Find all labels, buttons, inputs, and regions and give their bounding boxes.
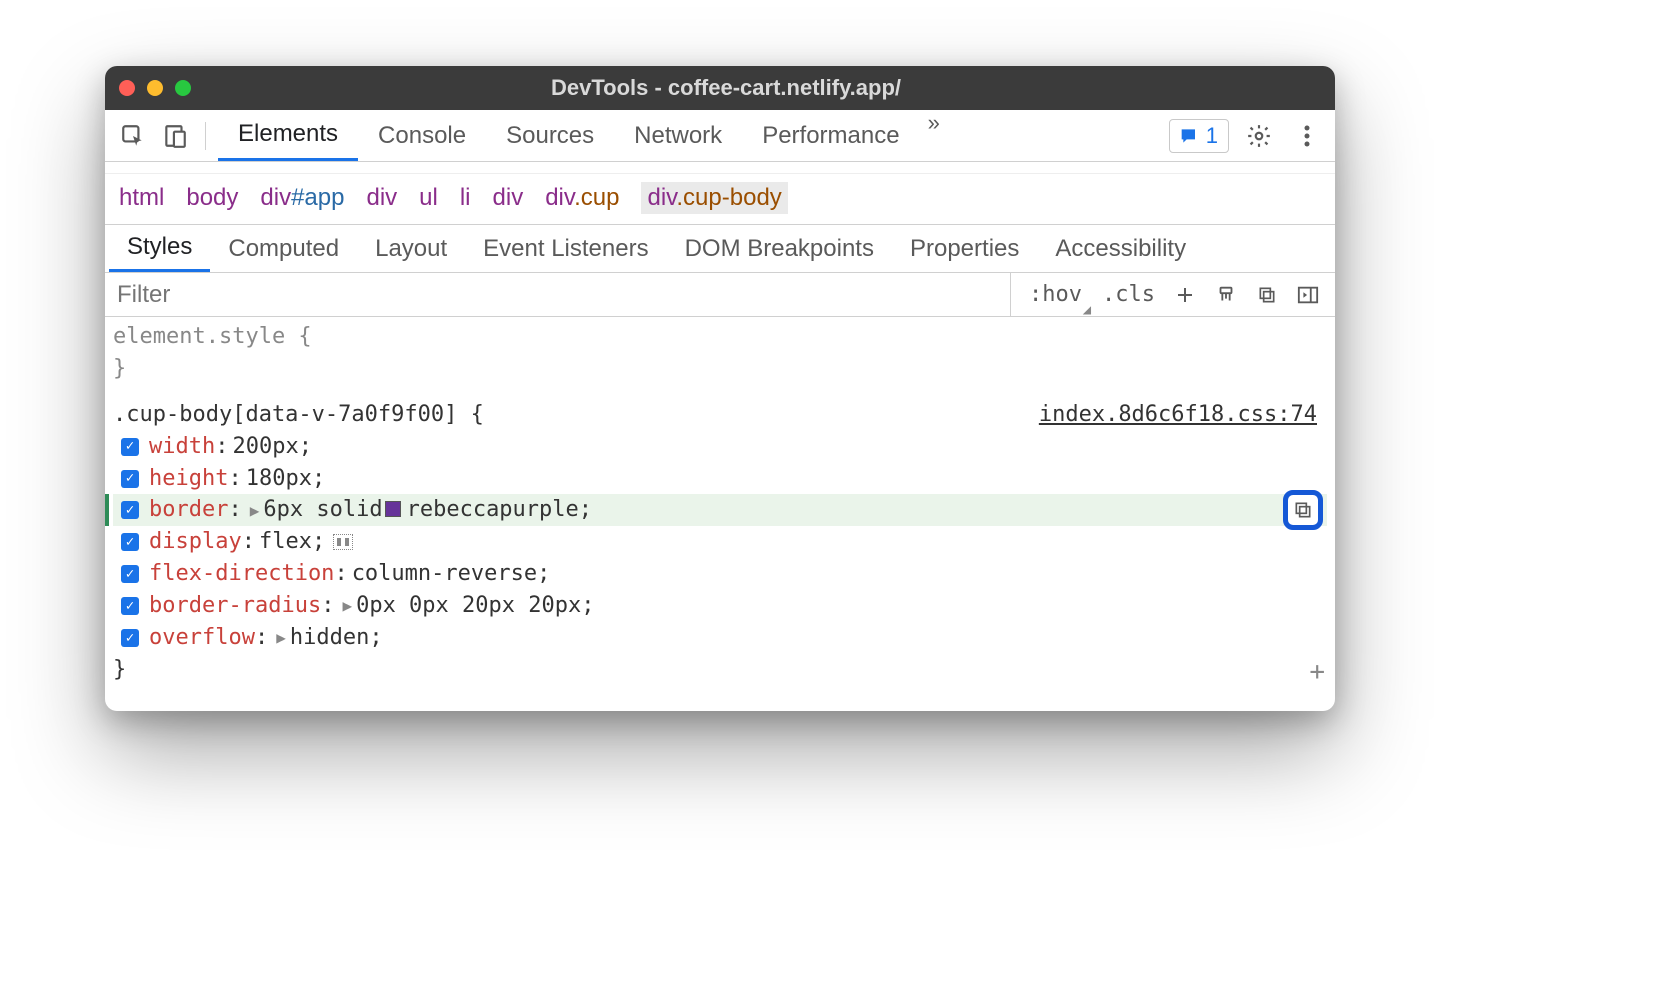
changed-indicator (105, 494, 109, 526)
new-style-rule-button[interactable]: ◢ (1167, 273, 1203, 316)
color-swatch-icon[interactable] (385, 501, 401, 517)
tab-sources[interactable]: Sources (486, 110, 614, 161)
checkbox-icon[interactable] (121, 501, 139, 519)
divider (205, 122, 206, 150)
main-toolbar: Elements Console Sources Network Perform… (105, 110, 1335, 162)
settings-icon[interactable] (1241, 118, 1277, 154)
checkbox-icon[interactable] (121, 470, 139, 488)
expand-icon[interactable]: ▶ (342, 594, 352, 617)
crumb-div-cup[interactable]: div.cup (545, 184, 619, 212)
toggle-sidebar-icon[interactable] (1289, 273, 1327, 316)
issues-count: 1 (1206, 123, 1218, 149)
toggle-cls-button[interactable]: .cls (1094, 273, 1163, 316)
toggle-hov-button[interactable]: :hov (1021, 273, 1090, 316)
checkbox-icon[interactable] (121, 533, 139, 551)
styles-subtabs: Styles Computed Layout Event Listeners D… (105, 225, 1335, 273)
dom-tree-peek (105, 162, 1335, 174)
copy-declaration-button[interactable] (1283, 490, 1323, 530)
toolbar-right: 1 (1169, 118, 1325, 154)
tab-network[interactable]: Network (614, 110, 742, 161)
issues-badge[interactable]: 1 (1169, 119, 1229, 153)
expand-icon[interactable]: ▶ (276, 626, 286, 649)
styles-pane: element.style { } .cup-body[data-v-7a0f9… (105, 317, 1335, 694)
crumb-ul[interactable]: ul (419, 184, 438, 212)
subtab-styles[interactable]: Styles (109, 225, 210, 272)
crumb-div[interactable]: div (366, 184, 397, 212)
checkbox-icon[interactable] (121, 629, 139, 647)
more-tabs-button[interactable]: » (920, 110, 954, 161)
subtab-layout[interactable]: Layout (357, 225, 465, 272)
close-brace: } (113, 353, 1327, 385)
crumb-div2[interactable]: div (493, 184, 524, 212)
inspect-element-icon[interactable] (115, 118, 151, 154)
prop-border-radius[interactable]: border-radius: ▶ 0px 0px 20px 20px; (113, 590, 1327, 622)
device-toolbar-icon[interactable] (157, 118, 193, 154)
copy-styles-icon[interactable] (1249, 273, 1285, 316)
panel-tabs: Elements Console Sources Network Perform… (218, 110, 954, 161)
prop-border[interactable]: border: ▶ 6px solid rebeccapurple; (113, 494, 1327, 526)
prop-overflow[interactable]: overflow: ▶ hidden; (113, 622, 1327, 654)
checkbox-icon[interactable] (121, 565, 139, 583)
crumb-body[interactable]: body (186, 184, 238, 212)
devtools-window: DevTools - coffee-cart.netlify.app/ Elem… (105, 66, 1335, 711)
window-title: DevTools - coffee-cart.netlify.app/ (131, 75, 1321, 101)
subtab-dom-breakpoints[interactable]: DOM Breakpoints (667, 225, 892, 272)
styles-format-icon[interactable] (1207, 273, 1245, 316)
rule-selector[interactable]: .cup-body[data-v-7a0f9f00] { (113, 402, 484, 427)
checkbox-icon[interactable] (121, 438, 139, 456)
prop-width[interactable]: width: 200px; (113, 431, 1327, 463)
styles-filter-input[interactable] (105, 273, 1010, 316)
subtab-accessibility[interactable]: Accessibility (1037, 225, 1204, 272)
source-link[interactable]: index.8d6c6f18.css:74 (1039, 399, 1317, 431)
subtab-properties[interactable]: Properties (892, 225, 1037, 272)
add-property-button[interactable]: + (1309, 654, 1325, 692)
tab-elements[interactable]: Elements (218, 110, 358, 161)
prop-flex-direction[interactable]: flex-direction: column-reverse; (113, 558, 1327, 590)
subtab-computed[interactable]: Computed (210, 225, 357, 272)
crumb-div-app[interactable]: div#app (260, 184, 344, 212)
tab-performance[interactable]: Performance (742, 110, 919, 161)
subtab-event-listeners[interactable]: Event Listeners (465, 225, 666, 272)
crumb-div-cup-body[interactable]: div.cup-body (641, 182, 787, 214)
tab-console[interactable]: Console (358, 110, 486, 161)
checkbox-icon[interactable] (121, 597, 139, 615)
dom-breadcrumb: html body div#app div ul li div div.cup … (105, 174, 1335, 225)
titlebar: DevTools - coffee-cart.netlify.app/ (105, 66, 1335, 110)
flexbox-editor-icon[interactable] (333, 534, 353, 550)
css-rule: .cup-body[data-v-7a0f9f00] { index.8d6c6… (113, 399, 1327, 431)
crumb-li[interactable]: li (460, 184, 471, 212)
filter-actions: :hov .cls ◢ (1010, 273, 1335, 316)
element-style-selector[interactable]: element.style { (113, 321, 1327, 353)
prop-height[interactable]: height: 180px; (113, 463, 1327, 495)
styles-filter-bar: :hov .cls ◢ (105, 273, 1335, 317)
more-options-icon[interactable] (1289, 118, 1325, 154)
close-brace: } (113, 654, 1327, 686)
prop-display[interactable]: display: flex; (113, 526, 1327, 558)
crumb-html[interactable]: html (119, 184, 164, 212)
expand-icon[interactable]: ▶ (250, 499, 260, 522)
